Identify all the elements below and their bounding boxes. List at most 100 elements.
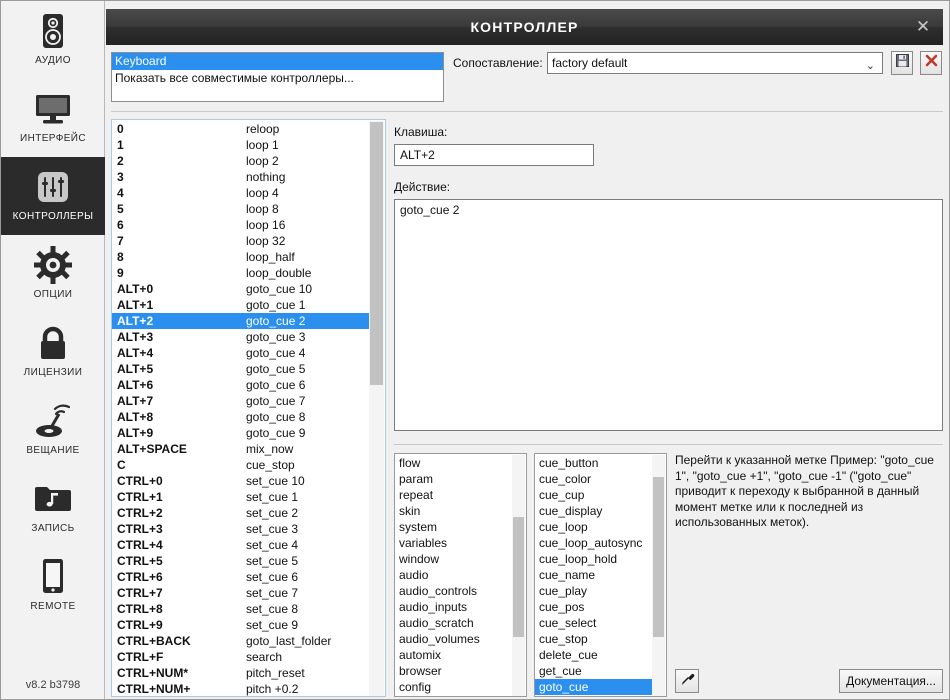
sidebar-item-audio[interactable]: АУДИО	[1, 1, 105, 79]
category-list-item[interactable]: variables	[395, 535, 512, 551]
key-mapping-row[interactable]: ALT+0goto_cue 10	[112, 281, 370, 297]
category-list-item[interactable]: skin	[395, 503, 512, 519]
key-mapping-row[interactable]: 3nothing	[112, 169, 370, 185]
close-icon[interactable]: ✕	[913, 17, 933, 37]
key-mapping-row[interactable]: 1loop 1	[112, 137, 370, 153]
delete-mapping-button[interactable]	[920, 51, 942, 75]
command-list-item[interactable]: cue_play	[535, 583, 652, 599]
command-list-item[interactable]: cue_stop	[535, 631, 652, 647]
key-mapping-row[interactable]: 7loop 32	[112, 233, 370, 249]
key-mapping-row[interactable]: 5loop 8	[112, 201, 370, 217]
key-mapping-key: 8	[112, 249, 246, 265]
key-mapping-row[interactable]: CTRL+5set_cue 5	[112, 553, 370, 569]
category-list-item[interactable]: audio_inputs	[395, 599, 512, 615]
key-mapping-row[interactable]: CTRL+9set_cue 9	[112, 617, 370, 633]
command-list-item[interactable]: cue_name	[535, 567, 652, 583]
key-mapping-row[interactable]: CTRL+NUM*pitch_reset	[112, 665, 370, 681]
key-mapping-action: reloop	[246, 121, 370, 137]
command-list-scrollbar-thumb[interactable]	[653, 477, 664, 637]
sidebar-item-remote[interactable]: REMOTE	[1, 547, 105, 625]
key-mapping-row[interactable]: ALT+8goto_cue 8	[112, 409, 370, 425]
command-list-item[interactable]: cue_cup	[535, 487, 652, 503]
key-mapping-row[interactable]: CTRL+0set_cue 10	[112, 473, 370, 489]
key-mapping-row[interactable]: ALT+6goto_cue 6	[112, 377, 370, 393]
key-mapping-key: CTRL+2	[112, 505, 246, 521]
key-input[interactable]	[394, 144, 594, 166]
key-mapping-row[interactable]: CTRL+4set_cue 4	[112, 537, 370, 553]
sidebar-item-record[interactable]: ЗАПИСЬ	[1, 469, 105, 547]
sidebar-item-controllers[interactable]: КОНТРОЛЛЕРЫ	[1, 157, 105, 235]
category-list-item[interactable]: system	[395, 519, 512, 535]
key-list-scrollbar-thumb[interactable]	[370, 122, 383, 385]
category-list-scrollbar[interactable]	[512, 455, 525, 697]
command-help-text: Перейти к указанной метке Пример: "goto_…	[675, 453, 943, 649]
documentation-button[interactable]: Документация...	[839, 669, 943, 693]
category-list-item[interactable]: config	[395, 679, 512, 695]
key-mapping-row[interactable]: CTRL+1set_cue 1	[112, 489, 370, 505]
key-mapping-row[interactable]: CTRL+BACKgoto_last_folder	[112, 633, 370, 649]
key-mapping-row[interactable]: 9loop_double	[112, 265, 370, 281]
key-mapping-row[interactable]: CTRL+Fsearch	[112, 649, 370, 665]
command-list-item[interactable]: cue_color	[535, 471, 652, 487]
command-list-item[interactable]: cue_loop_autosync	[535, 535, 652, 551]
command-list-item[interactable]: cue_loop_hold	[535, 551, 652, 567]
pick-command-button[interactable]	[675, 669, 699, 693]
sidebar-item-options[interactable]: ОПЦИИ	[1, 235, 105, 313]
key-mapping-row[interactable]: ALT+1goto_cue 1	[112, 297, 370, 313]
category-list-item[interactable]: flow	[395, 455, 512, 471]
command-list-scrollbar[interactable]	[652, 455, 665, 697]
category-list-item[interactable]: param	[395, 471, 512, 487]
key-mapping-row[interactable]: 2loop 2	[112, 153, 370, 169]
command-list-item[interactable]: cue_select	[535, 615, 652, 631]
mapping-select[interactable]: factory default ⌄	[547, 52, 883, 74]
command-list-item[interactable]: cue_pos	[535, 599, 652, 615]
category-list-item[interactable]: repeat	[395, 487, 512, 503]
category-list-item[interactable]: audio_volumes	[395, 631, 512, 647]
key-mapping-row[interactable]: CTRL+3set_cue 3	[112, 521, 370, 537]
key-list-scrollbar[interactable]	[369, 121, 384, 697]
key-mapping-row[interactable]: CTRL+7set_cue 7	[112, 585, 370, 601]
save-mapping-button[interactable]	[891, 51, 913, 75]
key-mapping-row[interactable]: 4loop 4	[112, 185, 370, 201]
device-list-item[interactable]: Показать все совместимые контроллеры...	[112, 70, 443, 87]
sidebar-item-broadcast[interactable]: ВЕЩАНИЕ	[1, 391, 105, 469]
category-list-item[interactable]: audio	[395, 567, 512, 583]
command-list[interactable]: cue_buttoncue_colorcue_cupcue_displaycue…	[534, 453, 667, 697]
sidebar-item-interface[interactable]: ИНТЕРФЕЙС	[1, 79, 105, 157]
key-mapping-row[interactable]: ALT+7goto_cue 7	[112, 393, 370, 409]
command-list-item[interactable]: cue_display	[535, 503, 652, 519]
key-mapping-row[interactable]: ALT+5goto_cue 5	[112, 361, 370, 377]
key-mapping-row[interactable]: CTRL+NUM+pitch +0.2	[112, 681, 370, 697]
key-mapping-row[interactable]: CTRL+6set_cue 6	[112, 569, 370, 585]
key-mapping-row[interactable]: 8loop_half	[112, 249, 370, 265]
key-mapping-action: set_cue 5	[246, 553, 370, 569]
category-list-scrollbar-thumb[interactable]	[513, 517, 524, 637]
key-mapping-row[interactable]: CTRL+8set_cue 8	[112, 601, 370, 617]
key-mapping-row[interactable]: CTRL+2set_cue 2	[112, 505, 370, 521]
command-list-item[interactable]: cue_loop	[535, 519, 652, 535]
command-list-item[interactable]: delete_cue	[535, 647, 652, 663]
key-mapping-row[interactable]: Ccue_stop	[112, 457, 370, 473]
category-list-item[interactable]: audio_scratch	[395, 615, 512, 631]
key-mapping-row[interactable]: 6loop 16	[112, 217, 370, 233]
key-mapping-row[interactable]: ALT+4goto_cue 4	[112, 345, 370, 361]
command-list-item[interactable]: cue_button	[535, 455, 652, 471]
command-list-item[interactable]: get_cue	[535, 663, 652, 679]
device-list[interactable]: Keyboard Показать все совместимые контро…	[111, 52, 444, 102]
action-textarea[interactable]: goto_cue 2	[394, 199, 943, 431]
category-list[interactable]: flowparamrepeatskinsystemvariableswindow…	[394, 453, 527, 697]
category-list-item[interactable]: window	[395, 551, 512, 567]
device-list-item[interactable]: Keyboard	[112, 53, 443, 70]
category-list-item[interactable]: browser	[395, 663, 512, 679]
key-mapping-row[interactable]: 0reloop	[112, 121, 370, 137]
app-version-label: v8.2 b3798	[1, 679, 105, 691]
category-list-item[interactable]: audio_controls	[395, 583, 512, 599]
category-list-item[interactable]: automix	[395, 647, 512, 663]
key-mapping-row[interactable]: ALT+SPACEmix_now	[112, 441, 370, 457]
key-mapping-list[interactable]: 0reloop1loop 12loop 23nothing4loop 45loo…	[111, 119, 386, 697]
command-list-item[interactable]: goto_cue	[535, 679, 652, 695]
key-mapping-row[interactable]: ALT+3goto_cue 3	[112, 329, 370, 345]
key-mapping-row[interactable]: ALT+2goto_cue 2	[112, 313, 370, 329]
key-mapping-row[interactable]: ALT+9goto_cue 9	[112, 425, 370, 441]
sidebar-item-licenses[interactable]: ЛИЦЕНЗИИ	[1, 313, 105, 391]
